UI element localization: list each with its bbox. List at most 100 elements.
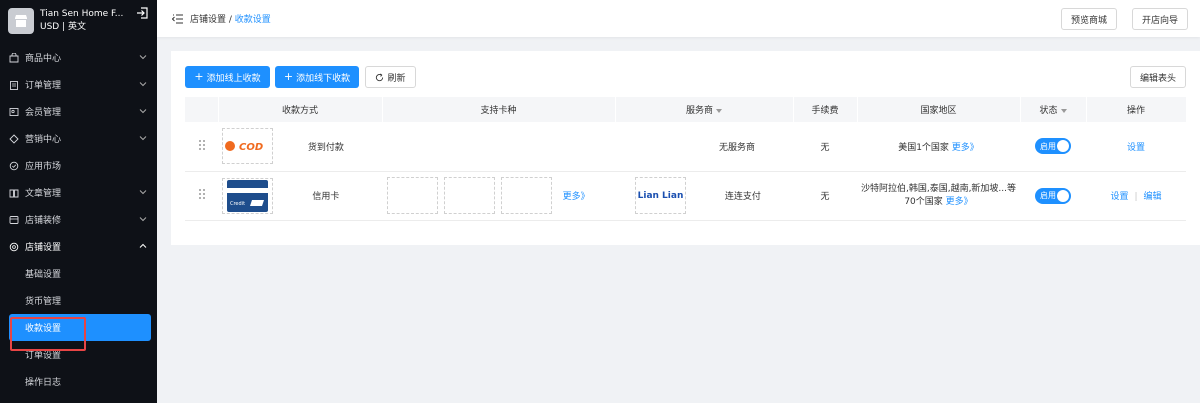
- cod-logo-graphic: COD: [225, 141, 263, 153]
- column-header-fee: 手续费: [793, 97, 858, 122]
- sidebar-item-label: 订单管理: [25, 81, 62, 91]
- credit-card-logo: Credit: [222, 177, 273, 214]
- fee-cell: 无: [793, 122, 857, 172]
- chevron-down-icon: [139, 190, 147, 195]
- region-count-text: 70个国家: [904, 196, 943, 207]
- clipboard-icon: [10, 80, 18, 90]
- chevron-up-icon: [139, 243, 147, 248]
- chevron-down-icon: [139, 217, 147, 222]
- breadcrumb-separator: /: [226, 15, 235, 25]
- sidebar-item-store-decoration[interactable]: 店铺装修: [0, 206, 157, 233]
- sidebar-item-label: 会员管理: [25, 108, 62, 118]
- status-toggle[interactable]: 启用: [1035, 187, 1071, 204]
- card-type-placeholder: [387, 177, 438, 214]
- sidebar-item-orders[interactable]: 订单管理: [0, 71, 157, 98]
- column-header-provider[interactable]: 服务商: [615, 97, 794, 122]
- breadcrumb-current: 收款设置: [234, 15, 271, 25]
- credit-card-text: Credit: [230, 201, 245, 207]
- table-row: Credit 信用卡 更多》 Lian Lian 连连支付 无 沙特阿拉伯,韩国…: [185, 171, 1186, 221]
- sidebar-item-articles[interactable]: 文章管理: [0, 179, 157, 206]
- chevron-down-icon: [139, 136, 147, 141]
- store-header[interactable]: Tian Sen Home F... USD | 英文: [0, 0, 157, 42]
- bag-icon: [9, 52, 19, 62]
- cod-logo: COD: [222, 128, 273, 165]
- action-separator: |: [1134, 192, 1138, 202]
- add-offline-payment-label: 添加线下收款: [296, 73, 351, 84]
- table-header-row: 收款方式 支持卡种 服务商 手续费 国家地区 状态 操作: [185, 97, 1187, 122]
- status-toggle-label: 启用: [1040, 191, 1056, 200]
- book-icon: [9, 189, 19, 197]
- column-header-method: 收款方式: [218, 97, 383, 122]
- payment-method-name: 信用卡: [312, 192, 340, 202]
- fee-cell: 无: [793, 171, 857, 221]
- refresh-label: 刷新: [387, 73, 406, 84]
- sidebar-item-label: 应用市场: [25, 162, 62, 172]
- drag-column-header: [185, 97, 219, 122]
- supported-cards-cell: [382, 122, 615, 172]
- toggle-knob: [1057, 140, 1069, 153]
- sidebar-item-marketing[interactable]: 营销中心: [0, 125, 157, 152]
- provider-cell: Lian Lian 连连支付: [615, 171, 793, 221]
- sidebar-item-label: 营销中心: [25, 135, 62, 145]
- column-header-provider-label: 服务商: [685, 106, 713, 116]
- sidebar-item-label: 文章管理: [25, 189, 62, 199]
- plus-icon: +: [283, 70, 294, 83]
- exit-icon[interactable]: [136, 7, 148, 19]
- column-header-region: 国家地区: [857, 97, 1021, 122]
- region-more-link[interactable]: 更多》: [952, 143, 979, 153]
- chevron-down-icon: [139, 109, 147, 114]
- sidebar-subitem-currency[interactable]: 货币管理: [0, 287, 157, 314]
- lianlian-logo-text: Lian Lian: [637, 190, 684, 201]
- sidebar: Tian Sen Home F... USD | 英文 商品中心 订单管理 会员…: [0, 0, 157, 403]
- store-name: Tian Sen Home F...: [40, 9, 124, 19]
- column-header-cards: 支持卡种: [382, 97, 616, 122]
- add-online-payment-button[interactable]: + 添加线上收款: [185, 66, 270, 88]
- store-guide-button[interactable]: 开店向导: [1132, 8, 1188, 30]
- card-type-placeholder: [443, 177, 495, 214]
- supported-cards-cell: 更多》: [382, 171, 615, 221]
- sidebar-item-label: 店铺装修: [25, 216, 62, 226]
- plus-icon: +: [194, 70, 204, 83]
- marketing-icon: [9, 133, 19, 144]
- sidebar-subitem-basic-settings[interactable]: 基础设置: [0, 260, 157, 287]
- region-more-link[interactable]: 更多》: [946, 197, 973, 207]
- drag-handle-icon[interactable]: [198, 188, 206, 200]
- column-header-status[interactable]: 状态: [1020, 97, 1087, 122]
- status-toggle-label: 启用: [1040, 141, 1056, 151]
- edit-link[interactable]: 编辑: [1144, 192, 1162, 202]
- payment-settings-card: + 添加线上收款 + 添加线下收款 刷新 编辑表头 收款方式 支持卡种 服务商 手续…: [171, 51, 1200, 245]
- sidebar-subitem-order-settings[interactable]: 订单设置: [0, 341, 157, 368]
- sidebar-item-products[interactable]: 商品中心: [0, 44, 157, 71]
- sidebar-subitem-payment-settings[interactable]: 收款设置: [9, 314, 151, 341]
- status-toggle[interactable]: 启用: [1035, 138, 1071, 155]
- store-currency-language: USD | 英文: [40, 22, 86, 32]
- sidebar-subitem-operation-log[interactable]: 操作日志: [0, 368, 157, 395]
- menu-fold-icon[interactable]: [172, 14, 183, 24]
- region-text: 沙特阿拉伯,韩国,泰国,越南,新加坡...等: [860, 183, 1017, 194]
- sort-caret-icon: [1060, 108, 1067, 113]
- settings-link[interactable]: 设置: [1110, 192, 1128, 202]
- drag-handle-icon[interactable]: [198, 139, 206, 151]
- cod-logo-text: COD: [239, 142, 263, 153]
- settings-link[interactable]: 设置: [1127, 143, 1145, 153]
- cards-more-link[interactable]: 更多》: [563, 192, 590, 202]
- card-type-placeholder: [500, 177, 552, 214]
- add-offline-payment-button[interactable]: + 添加线下收款: [275, 66, 359, 88]
- member-icon: [9, 107, 19, 116]
- region-cell: 沙特阿拉伯,韩国,泰国,越南,新加坡...等 70个国家 更多》: [857, 171, 1020, 221]
- credit-card-icon: Credit: [227, 179, 268, 212]
- breadcrumb: 店铺设置 / 收款设置: [190, 12, 271, 25]
- store-logo: [8, 8, 34, 34]
- edit-table-header-button[interactable]: 编辑表头: [1130, 66, 1186, 88]
- preview-store-button[interactable]: 预览商城: [1061, 8, 1117, 30]
- refresh-button[interactable]: 刷新: [365, 66, 416, 88]
- chevron-down-icon: [139, 55, 147, 60]
- region-cell: 美国1个国家 更多》: [857, 122, 1020, 172]
- sidebar-item-members[interactable]: 会员管理: [0, 98, 157, 125]
- lianlian-logo: Lian Lian: [635, 177, 686, 214]
- sidebar-item-app-market[interactable]: 应用市场: [0, 152, 157, 179]
- provider-cell: 无服务商: [615, 122, 793, 172]
- breadcrumb-parent[interactable]: 店铺设置: [190, 15, 226, 25]
- sidebar-item-store-settings[interactable]: 店铺设置: [0, 233, 157, 260]
- provider-name: 连连支付: [724, 192, 761, 202]
